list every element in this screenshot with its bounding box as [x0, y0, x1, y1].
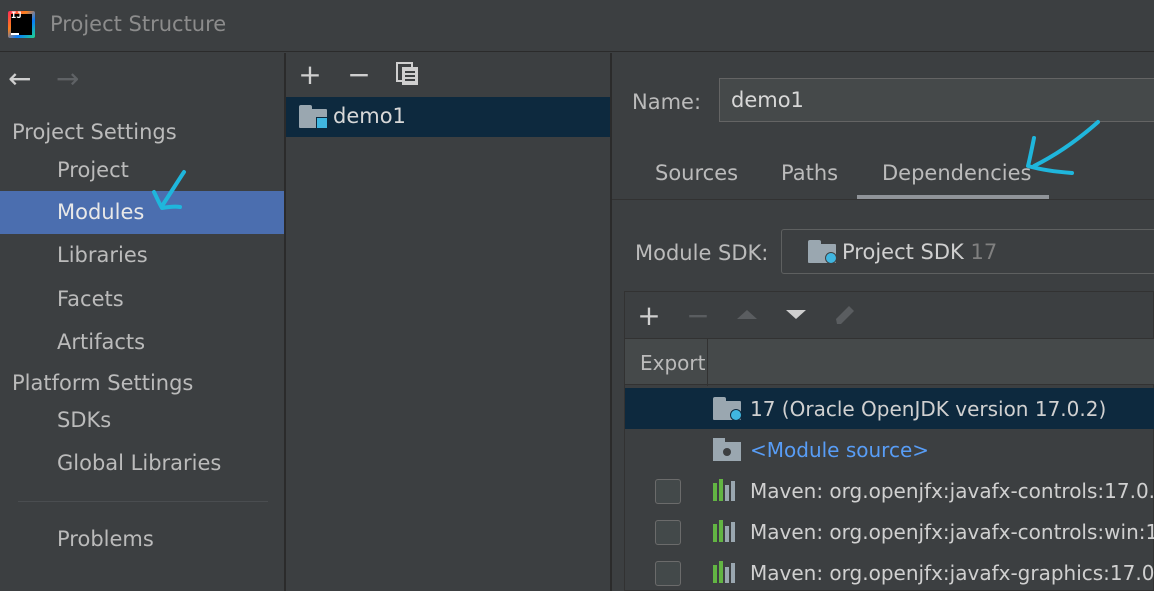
- move-up-icon[interactable]: [732, 302, 762, 332]
- dependency-row-maven[interactable]: Maven: org.openjfx:javafx-controls:17.0.…: [625, 470, 1154, 511]
- forward-arrow-icon[interactable]: →: [56, 65, 79, 93]
- library-icon: [713, 561, 739, 583]
- name-label: Name:: [632, 90, 702, 114]
- sidebar-item-artifacts[interactable]: Artifacts: [0, 321, 284, 364]
- module-sdk-value: Project SDK 17: [842, 240, 998, 264]
- library-icon: [713, 479, 739, 501]
- sidebar-item-problems[interactable]: Problems: [0, 518, 284, 561]
- sidebar-item-sdks[interactable]: SDKs: [0, 399, 284, 442]
- settings-sidebar: ← → Project Settings Project Modules Lib…: [0, 53, 284, 591]
- add-icon[interactable]: +: [293, 61, 327, 91]
- export-checkbox[interactable]: [655, 561, 681, 586]
- dependency-row-jdk[interactable]: 17 (Oracle OpenJDK version 17.0.2): [625, 388, 1154, 429]
- dependency-name: Maven: org.openjfx:javafx-controls:17.0.…: [750, 479, 1154, 503]
- dependencies-table: + − Export 17 (Oracle OpenJDK version 17…: [624, 291, 1154, 591]
- title-bar: IJ Project Structure: [0, 0, 1154, 52]
- dependency-name: 17 (Oracle OpenJDK version 17.0.2): [750, 397, 1107, 421]
- tree-item-demo1[interactable]: demo1: [286, 97, 610, 137]
- module-folder-icon: [299, 105, 329, 129]
- sidebar-item-project[interactable]: Project: [0, 149, 284, 192]
- dependencies-header-row: Export: [625, 338, 1154, 386]
- sidebar-item-libraries[interactable]: Libraries: [0, 234, 284, 277]
- dependency-row-module-source[interactable]: <Module source>: [625, 429, 1154, 470]
- tab-paths[interactable]: Paths: [781, 161, 838, 185]
- module-sdk-dropdown[interactable]: Project SDK 17: [781, 229, 1154, 274]
- sidebar-item-global-libraries[interactable]: Global Libraries: [0, 442, 284, 485]
- intellij-logo-icon: IJ: [8, 11, 35, 38]
- source-folder-icon: [713, 438, 741, 462]
- jdk-folder-icon: [808, 240, 838, 264]
- remove-dependency-icon[interactable]: −: [683, 302, 713, 332]
- export-column-header[interactable]: Export: [640, 351, 705, 375]
- annotation-arrow-icon: [1026, 120, 1100, 175]
- move-down-icon[interactable]: [781, 302, 811, 332]
- library-icon: [713, 520, 739, 542]
- sidebar-item-facets[interactable]: Facets: [0, 278, 284, 321]
- annotation-arrow-icon: [152, 170, 186, 210]
- window-title: Project Structure: [50, 12, 227, 36]
- modules-tree-panel: + − demo1: [286, 53, 610, 591]
- column-separator[interactable]: [707, 339, 708, 386]
- sidebar-divider: [18, 501, 268, 502]
- export-checkbox[interactable]: [655, 479, 681, 504]
- dependency-row-maven[interactable]: Maven: org.openjfx:javafx-controls:win:1…: [625, 511, 1154, 552]
- dependency-row-maven[interactable]: Maven: org.openjfx:javafx-graphics:17.0.…: [625, 552, 1154, 591]
- dependency-name: <Module source>: [750, 438, 930, 462]
- remove-icon[interactable]: −: [342, 61, 376, 91]
- export-checkbox[interactable]: [655, 520, 681, 545]
- add-dependency-icon[interactable]: +: [634, 302, 664, 332]
- dependency-name: Maven: org.openjfx:javafx-graphics:17.0.…: [750, 561, 1154, 585]
- copy-icon[interactable]: [391, 61, 425, 91]
- platform-settings-header: Platform Settings: [12, 371, 194, 395]
- jdk-folder-icon: [713, 397, 743, 421]
- project-settings-header: Project Settings: [12, 120, 177, 144]
- tab-dependencies[interactable]: Dependencies: [882, 161, 1031, 185]
- tab-sources[interactable]: Sources: [655, 161, 738, 185]
- sidebar-item-modules[interactable]: Modules: [0, 191, 284, 234]
- tabs-divider: [612, 199, 1154, 200]
- back-arrow-icon[interactable]: ←: [8, 65, 31, 93]
- module-sdk-label: Module SDK:: [635, 241, 769, 265]
- dependency-name: Maven: org.openjfx:javafx-controls:win:1…: [750, 520, 1154, 544]
- tree-item-label: demo1: [333, 104, 406, 128]
- edit-pencil-icon[interactable]: [830, 302, 860, 332]
